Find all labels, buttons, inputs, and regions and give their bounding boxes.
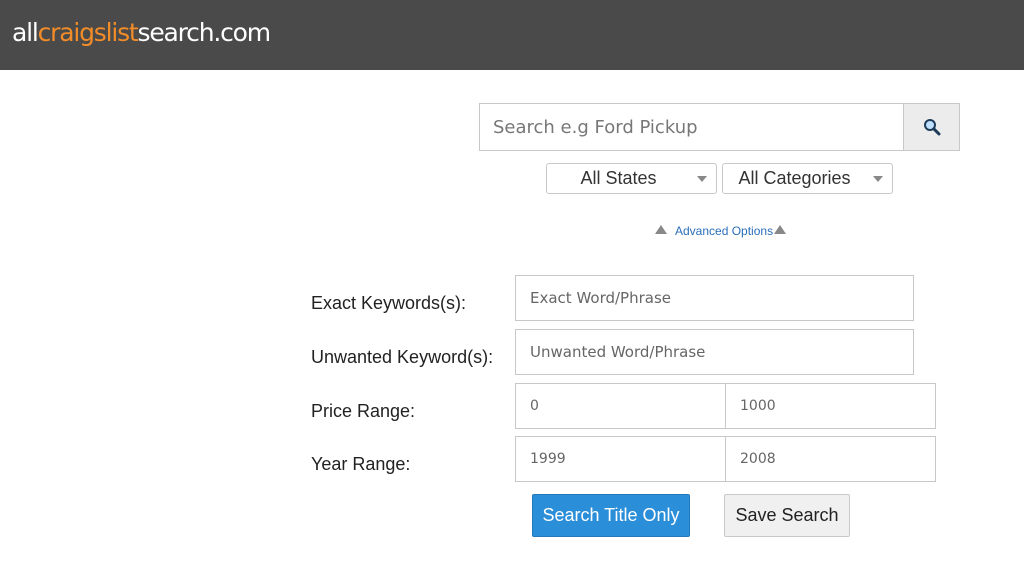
- states-select[interactable]: All States: [546, 163, 717, 194]
- year-min-input[interactable]: [515, 436, 726, 482]
- logo-part-search: search.com: [137, 18, 272, 47]
- price-max-input[interactable]: [725, 383, 936, 429]
- exact-keywords-label: Exact Keywords(s):: [311, 293, 467, 313]
- search-button[interactable]: [903, 103, 960, 151]
- chevron-down-icon: [873, 176, 883, 182]
- advanced-options-label: Advanced Options: [675, 224, 774, 238]
- unwanted-keywords-label: Unwanted Keyword(s):: [311, 347, 494, 367]
- states-select-value: All States: [580, 168, 657, 188]
- logo-part-all: all: [12, 18, 39, 47]
- unwanted-keywords-input[interactable]: [515, 329, 914, 375]
- save-search-button[interactable]: Save Search: [724, 494, 850, 537]
- exact-keywords-input[interactable]: [515, 275, 914, 321]
- advanced-options-toggle[interactable]: Advanced Options: [655, 224, 787, 238]
- search-title-only-button[interactable]: Search Title Only: [532, 494, 690, 537]
- year-range-label: Year Range:: [311, 454, 411, 474]
- price-range-label: Price Range:: [311, 401, 416, 421]
- logo-part-craigslist: craigslist: [37, 18, 139, 47]
- price-min-input[interactable]: [515, 383, 726, 429]
- chevron-down-icon: [697, 176, 707, 182]
- triangle-up-icon: [774, 225, 787, 234]
- categories-select-value: All Categories: [738, 168, 851, 188]
- year-max-input[interactable]: [725, 436, 936, 482]
- search-input[interactable]: [479, 103, 904, 151]
- triangle-up-icon: [655, 225, 667, 234]
- top-bar: allcraigslistsearch.com: [0, 0, 1024, 70]
- magnifier-icon: [923, 119, 940, 136]
- site-logo[interactable]: allcraigslistsearch.com: [12, 17, 272, 49]
- categories-select[interactable]: All Categories: [722, 163, 893, 194]
